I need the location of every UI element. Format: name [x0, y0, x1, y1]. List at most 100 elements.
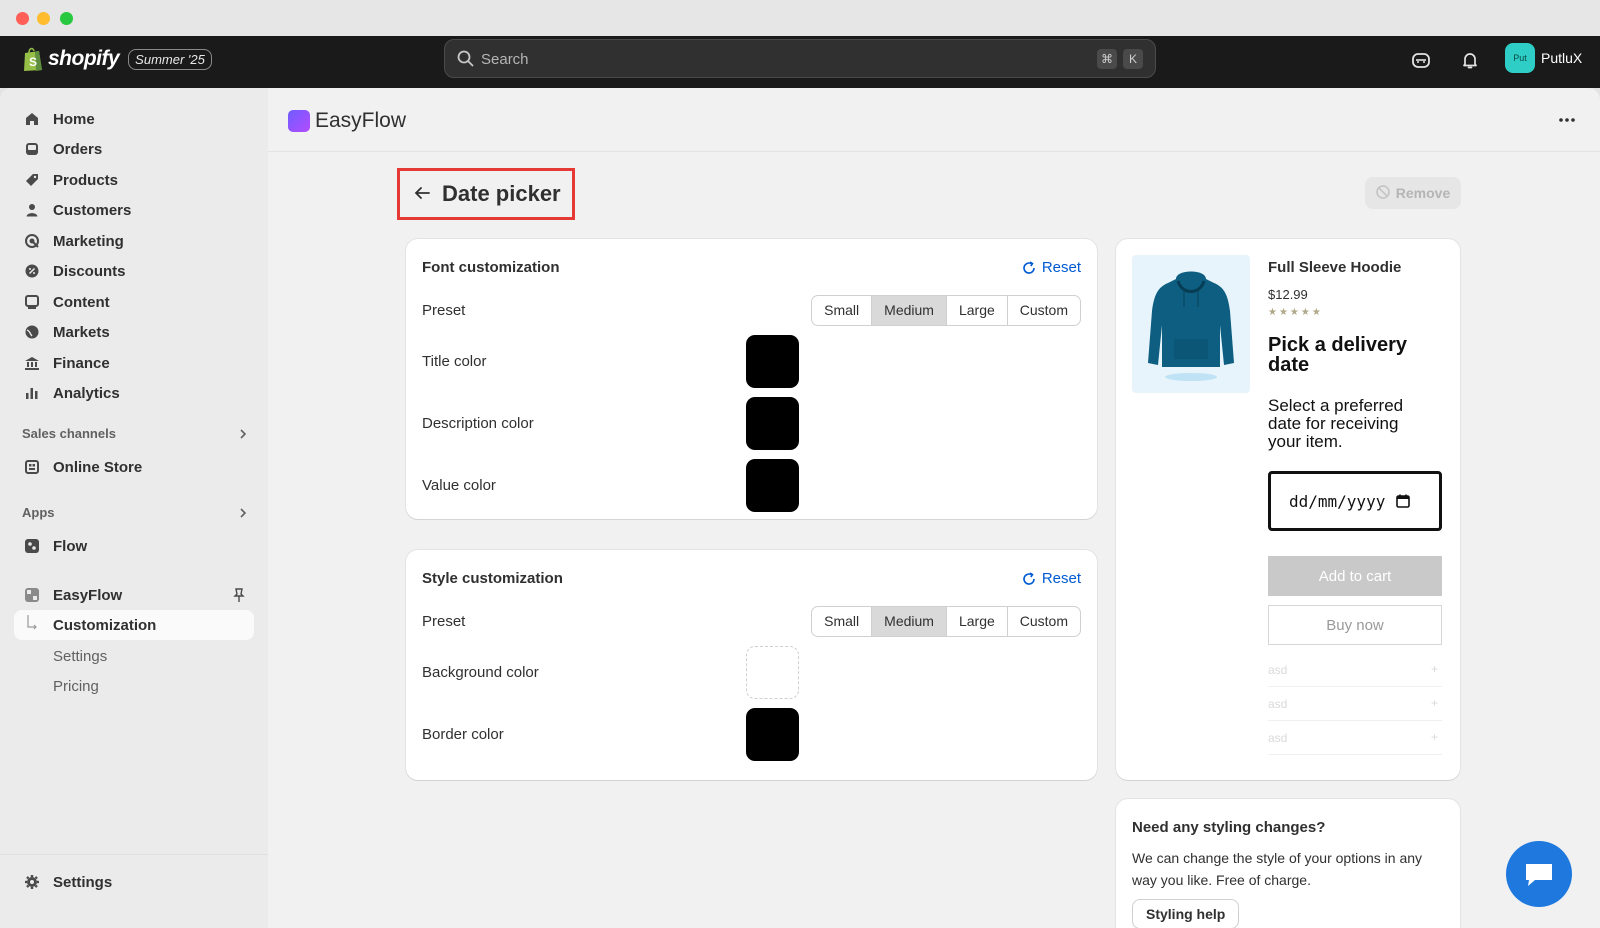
remove-button[interactable]: Remove — [1365, 177, 1461, 209]
preset-custom-option[interactable]: Custom — [1008, 296, 1080, 325]
gear-icon — [22, 872, 42, 892]
sidebar-item-customization[interactable]: Customization — [14, 610, 254, 640]
ban-icon — [1376, 184, 1390, 202]
accordion-row[interactable]: asd + — [1268, 653, 1442, 687]
easyflow-app-icon — [22, 585, 42, 605]
sidebar-item-marketing[interactable]: Marketing — [14, 226, 254, 256]
store-name[interactable]: PutluX — [1541, 50, 1582, 66]
shopify-bag-icon: S — [22, 46, 44, 72]
shop-assistant-icon[interactable] — [1411, 50, 1431, 73]
discount-icon — [22, 261, 42, 281]
sidebar-item-pricing[interactable]: Pricing — [14, 671, 254, 701]
add-to-cart-button[interactable]: Add to cart — [1268, 556, 1442, 596]
sidebar-item-label: EasyFlow — [53, 586, 123, 604]
date-placeholder: dd/mm/yyyy — [1289, 491, 1386, 511]
styling-help-card: Need any styling changes? We can change … — [1116, 799, 1460, 928]
pin-icon[interactable] — [232, 587, 246, 606]
sidebar-item-markets[interactable]: Markets — [14, 317, 254, 347]
brand-name: shopify — [48, 47, 120, 70]
sales-channels-heading[interactable]: Sales channels — [22, 426, 254, 441]
description-color-swatch[interactable] — [746, 397, 799, 450]
sidebar-item-customers[interactable]: Customers — [14, 195, 254, 225]
reset-icon — [1023, 260, 1035, 274]
background-color-swatch[interactable] — [746, 646, 799, 699]
preset-medium-option[interactable]: Medium — [872, 296, 947, 325]
accordion-row[interactable]: asd + — [1268, 721, 1442, 755]
sidebar-item-easyflow[interactable]: EasyFlow — [14, 580, 254, 610]
value-color-swatch[interactable] — [746, 459, 799, 512]
sidebar-item-flow[interactable]: Flow — [14, 531, 254, 561]
reset-label: Reset — [1041, 570, 1081, 587]
sidebar-item-label: Settings — [53, 647, 108, 665]
description-color-label: Description color — [422, 415, 534, 432]
accordion-label: asd — [1268, 663, 1288, 677]
sidebar-item-settings[interactable]: Settings — [14, 867, 254, 897]
preset-large-option[interactable]: Large — [947, 296, 1008, 325]
title-color-label: Title color — [422, 353, 487, 370]
date-input[interactable]: dd/mm/yyyy — [1268, 471, 1442, 531]
preset-medium-option[interactable]: Medium — [872, 607, 947, 636]
admin-frame: Home Orders Products Customers Marketing… — [0, 88, 1600, 928]
sidebar-item-analytics[interactable]: Analytics — [14, 378, 254, 408]
close-window-button[interactable] — [16, 12, 29, 25]
minimize-window-button[interactable] — [37, 12, 50, 25]
plus-icon: + — [1430, 662, 1438, 676]
sidebar-item-label: Discounts — [53, 262, 126, 280]
apps-heading[interactable]: Apps — [22, 505, 254, 520]
sidebar-item-content[interactable]: Content — [14, 287, 254, 317]
border-color-swatch[interactable] — [746, 708, 799, 761]
reset-label: Reset — [1041, 259, 1081, 276]
preset-label: Preset — [422, 613, 466, 630]
sidebar-item-label: Orders — [53, 140, 103, 158]
search-bar[interactable]: Search ⌘ K — [444, 39, 1156, 78]
preset-large-option[interactable]: Large — [947, 607, 1008, 636]
bank-icon — [22, 353, 42, 373]
buy-now-button[interactable]: Buy now — [1268, 605, 1442, 645]
edition-badge[interactable]: Summer '25 — [128, 48, 212, 70]
sidebar-item-discounts[interactable]: Discounts — [14, 256, 254, 286]
sidebar-item-label: Content — [53, 293, 110, 311]
content-icon — [22, 292, 42, 312]
preset-small-option[interactable]: Small — [812, 607, 873, 636]
zoom-window-button[interactable] — [60, 12, 73, 25]
border-color-label: Border color — [422, 726, 504, 743]
sidebar-item-online-store[interactable]: Online Store — [14, 452, 254, 482]
shortcut-k-key: K — [1123, 49, 1143, 69]
hoodie-icon — [1148, 271, 1234, 381]
sidebar-item-label: Home — [53, 110, 95, 128]
style-preset-selector[interactable]: Small Medium Large Custom — [811, 606, 1081, 637]
font-reset-button[interactable]: Reset — [1022, 259, 1081, 276]
style-reset-button[interactable]: Reset — [1022, 570, 1081, 587]
store-avatar[interactable]: Put — [1505, 43, 1535, 73]
chat-button[interactable] — [1506, 841, 1572, 907]
admin-topbar: S shopify Summer '25 Search ⌘ K Put Putl… — [0, 36, 1600, 88]
page-title: Date picker — [442, 181, 561, 206]
shopify-logo[interactable]: S shopify Summer '25 — [22, 46, 212, 72]
styling-help-button[interactable]: Styling help — [1132, 899, 1240, 928]
sidebar-item-finance[interactable]: Finance — [14, 348, 254, 378]
title-color-swatch[interactable] — [746, 335, 799, 388]
preset-custom-option[interactable]: Custom — [1008, 607, 1080, 636]
sidebar-item-products[interactable]: Products — [14, 165, 254, 195]
sales-channels-label: Sales channels — [22, 426, 116, 441]
back-arrow-icon[interactable] — [413, 185, 431, 204]
bell-icon[interactable] — [1460, 50, 1480, 73]
preset-small-option[interactable]: Small — [812, 296, 873, 325]
chevron-right-icon — [238, 428, 248, 443]
sidebar-item-home[interactable]: Home — [14, 104, 254, 134]
sidebar-item-app-settings[interactable]: Settings — [14, 641, 254, 671]
accordion-row[interactable]: asd + — [1268, 687, 1442, 721]
sidebar: Home Orders Products Customers Marketing… — [0, 88, 268, 928]
easyflow-logo-icon — [288, 110, 310, 132]
target-icon — [22, 231, 42, 251]
font-preset-selector[interactable]: Small Medium Large Custom — [811, 295, 1081, 326]
accordion-label: asd — [1268, 697, 1288, 711]
card-title: Font customization — [422, 259, 560, 276]
sidebar-item-label: Finance — [53, 354, 110, 372]
sidebar-item-orders[interactable]: Orders — [14, 134, 254, 164]
more-options-icon[interactable] — [1558, 110, 1576, 126]
sidebar-item-label: Customers — [53, 201, 132, 219]
product-image — [1132, 255, 1250, 393]
